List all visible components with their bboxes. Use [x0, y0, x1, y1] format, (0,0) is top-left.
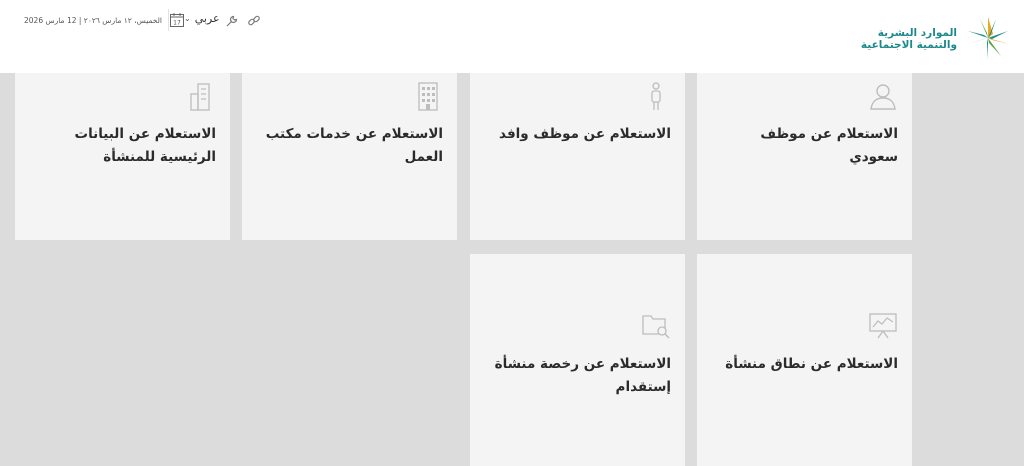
card-expat-employee[interactable]: الاستعلام عن موظف وافد [470, 73, 685, 240]
calendar-icon: 17 [170, 13, 185, 27]
card-title: الاستعلام عن البيانات الرئيسية للمنشأة [74, 126, 217, 165]
card-establishment-range[interactable]: الاستعلام عن نطاق منشأة [697, 254, 912, 466]
header-divider [168, 9, 169, 31]
top-header: الموارد البشرية والتنمية الاجتماعية 17 ا… [0, 0, 1024, 73]
card-recruitment-license[interactable]: الاستعلام عن رخصة منشأة إستقدام [470, 254, 685, 466]
logo-star-icon [962, 15, 1014, 61]
card-title: الاستعلام عن موظف سعودي [760, 126, 898, 165]
chevron-down-icon: ⌄ [184, 14, 191, 23]
language-selector[interactable]: ⌄ عربي [184, 12, 220, 25]
logo-line-1: الموارد البشرية [877, 27, 957, 39]
date-text: الخميس، ١٢ مارس ٢٠٢٦ | 12 مارس 2026 [24, 15, 163, 25]
language-label: عربي [194, 12, 220, 25]
link-icon[interactable] [247, 13, 261, 27]
card-labor-office-services[interactable]: الاستعلام عن خدمات مكتب العمل [242, 73, 457, 240]
building-icon [413, 81, 443, 111]
ministry-logo[interactable]: الموارد البشرية والتنمية الاجتماعية [814, 15, 1014, 61]
logo-line-2: والتنمية الاجتماعية [860, 39, 957, 51]
card-title: الاستعلام عن نطاق منشأة [725, 356, 898, 372]
worker-icon [641, 81, 671, 111]
date-display: 17 الخميس، ١٢ مارس ٢٠٢٦ | 12 مارس 2026 [24, 10, 185, 30]
folder-search-icon [641, 310, 671, 340]
logo-text: الموارد البشرية والتنمية الاجتماعية [861, 27, 957, 51]
card-establishment-main-data[interactable]: الاستعلام عن البيانات الرئيسية للمنشأة [15, 73, 230, 240]
chart-board-icon [868, 310, 898, 340]
wrench-icon[interactable] [225, 13, 239, 27]
calendar-day: 17 [173, 20, 181, 27]
buildings-icon [186, 81, 216, 111]
card-title: الاستعلام عن خدمات مكتب العمل [265, 126, 443, 165]
card-saudi-employee[interactable]: الاستعلام عن موظف سعودي [697, 73, 912, 240]
card-title: الاستعلام عن موظف وافد [499, 126, 671, 142]
card-title: الاستعلام عن رخصة منشأة إستقدام [494, 356, 671, 395]
person-icon [868, 81, 898, 111]
